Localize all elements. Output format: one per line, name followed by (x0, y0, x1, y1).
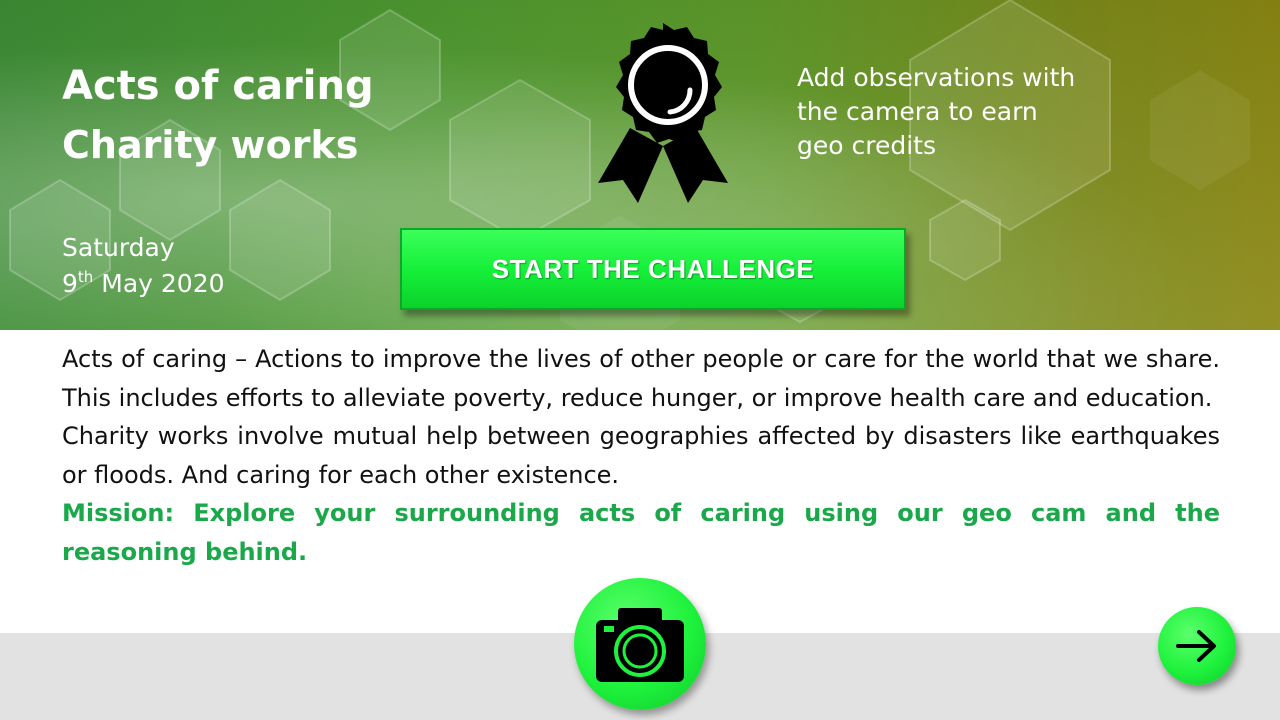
camera-icon (596, 608, 684, 682)
arrow-right-icon (1176, 630, 1216, 662)
award-ribbon-icon (598, 23, 728, 203)
description-paragraph-2: Charity works involve mutual help betwee… (62, 422, 1220, 489)
next-button[interactable] (1158, 607, 1236, 685)
camera-hint-text: Add observations with the camera to earn… (797, 63, 1076, 160)
header-banner: Acts of caring Charity works Saturday 9t… (0, 0, 1280, 330)
description-paragraph-1: Acts of caring – Actions to improve the … (62, 345, 1220, 412)
date-number: 9 (62, 269, 78, 298)
description-section: Acts of caring – Actions to improve the … (62, 340, 1220, 571)
start-challenge-button[interactable]: START THE CHALLENGE (400, 228, 906, 310)
mission-text: Mission: Explore your surrounding acts o… (62, 499, 1220, 566)
date-month-year: May 2020 (101, 269, 225, 298)
page-title: Acts of caring (62, 63, 374, 109)
date-suffix: th (77, 268, 94, 286)
date-full: 9th May 2020 (62, 268, 225, 300)
date-day: Saturday (62, 233, 175, 262)
camera-button[interactable] (574, 578, 706, 710)
page-subtitle: Charity works (62, 123, 359, 167)
